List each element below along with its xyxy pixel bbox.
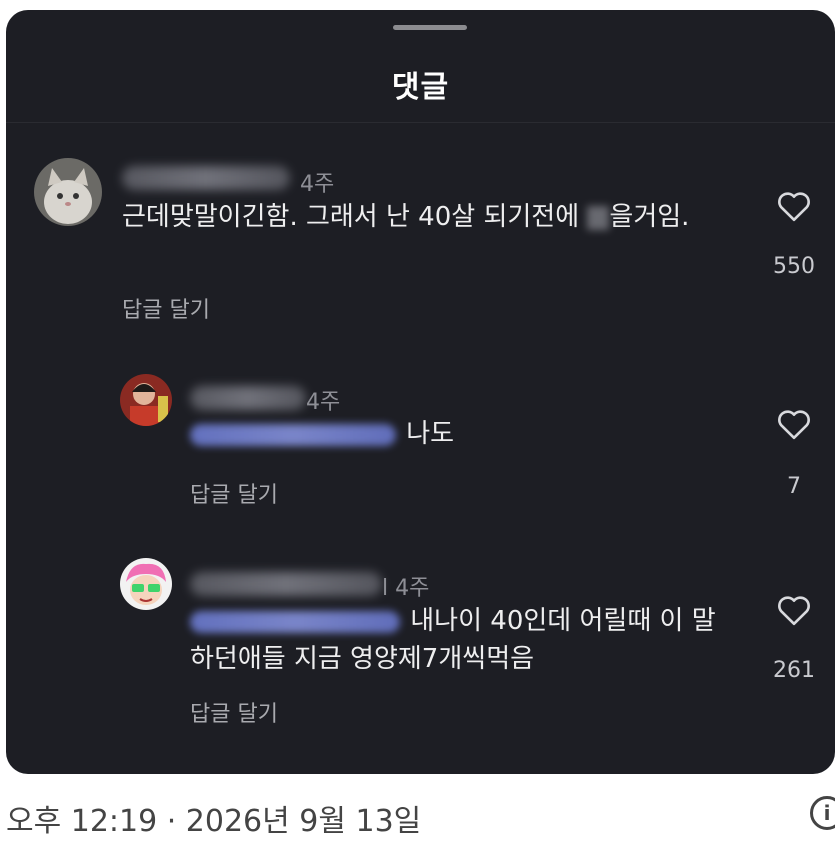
- heart-icon[interactable]: [776, 190, 812, 222]
- person-avatar-icon: [120, 374, 172, 426]
- comment-text: 내나이 40인데 어릴때 이 말하던애들 지금 영양제7개씩먹음: [190, 606, 716, 674]
- avatar[interactable]: [120, 558, 172, 610]
- cartoon-avatar-icon: [120, 558, 172, 610]
- username-blurred[interactable]: [190, 572, 382, 596]
- header-divider: [6, 122, 835, 123]
- reply-button[interactable]: 답글 달기: [122, 292, 210, 324]
- mention-blurred[interactable]: [190, 423, 396, 446]
- heart-icon[interactable]: [776, 408, 812, 440]
- username-blurred[interactable]: [190, 386, 306, 410]
- comment-time: 4주: [306, 390, 341, 415]
- comment-text: 근데맞말이긴함. 그래서 난 40살 되기전에 을거임.: [122, 202, 690, 232]
- post-timestamp: 오후 12:19 · 2026년 9월 13일: [6, 804, 422, 839]
- cat-avatar-icon: [34, 158, 102, 226]
- comment-time: l 4주: [382, 576, 430, 601]
- like-count: 550: [773, 254, 815, 279]
- drag-handle[interactable]: [393, 25, 467, 30]
- reply-button[interactable]: 답글 달기: [190, 477, 278, 509]
- heart-icon[interactable]: [776, 594, 812, 626]
- sheet-title: 댓글: [391, 70, 450, 105]
- username-blurred[interactable]: [122, 166, 290, 190]
- comment-text: 나도: [190, 415, 710, 453]
- comments-sheet: 댓글 4주 근데맞말이긴함. 그래서 난 40살 되기전에 을거임. 답글 달기…: [6, 10, 835, 774]
- like-count: 261: [773, 658, 815, 683]
- censored-word: [587, 205, 610, 230]
- avatar[interactable]: [34, 158, 102, 226]
- reply-button[interactable]: 답글 달기: [190, 696, 278, 728]
- info-icon[interactable]: i: [810, 796, 835, 830]
- mention-blurred[interactable]: [190, 610, 400, 633]
- comment-time: 4주: [300, 172, 335, 197]
- avatar[interactable]: [120, 374, 172, 426]
- like-count: 7: [787, 474, 801, 499]
